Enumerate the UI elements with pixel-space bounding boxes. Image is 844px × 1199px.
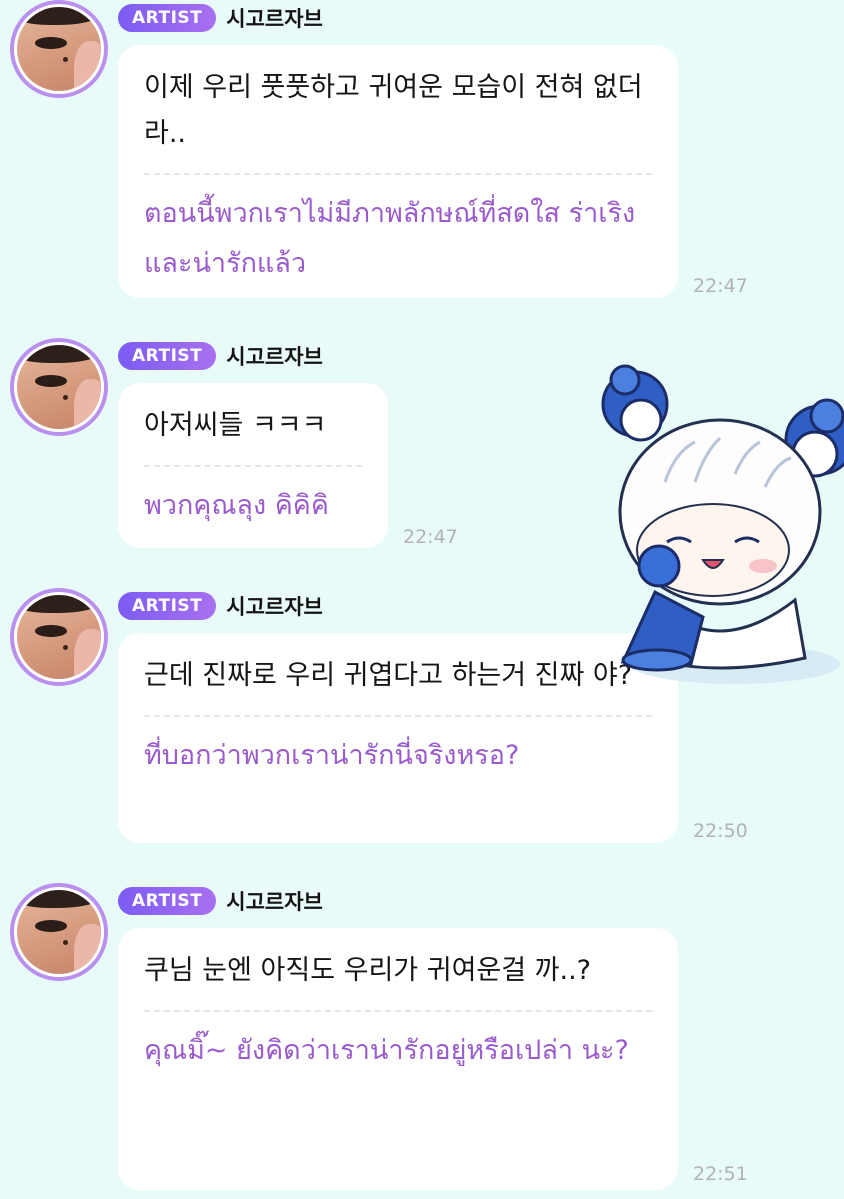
message-header: ARTIST 시고르자브 [118,3,323,33]
message-bubble[interactable]: 근데 진짜로 우리 귀엽다고 하는거 진짜 야? ที่บอกว่าพวกเรา… [118,633,678,843]
timestamp: 22:51 [693,1163,748,1185]
original-text: 근데 진짜로 우리 귀엽다고 하는거 진짜 야? [144,660,633,691]
artist-avatar[interactable] [10,338,108,436]
translation-text: พวกคุณลุง คิคิคิ [144,490,329,521]
avatar-photo [17,345,101,429]
message-header: ARTIST 시고르자브 [118,886,323,916]
translation-text: ตอนนี้พวกเราไม่มีภาพลักษณ์ที่สดใส ร่าเริ… [144,198,636,279]
original-text: 쿠님 눈엔 아직도 우리가 귀여운걸 까..? [144,955,592,986]
translation-text: คุณมิ๊~ ยังคิดว่าเราน่ารักอยู่หรือเปล่า … [144,1035,629,1066]
artist-avatar[interactable] [10,588,108,686]
sender-name[interactable]: 시고르자브 [226,341,323,371]
artist-avatar[interactable] [10,0,108,98]
message-bubble[interactable]: 이제 우리 풋풋하고 귀여운 모습이 전혀 없더라.. ตอนนี้พวกเรา… [118,45,678,298]
original-text: 이제 우리 풋풋하고 귀여운 모습이 전혀 없더라.. [144,72,643,149]
message-header: ARTIST 시고르자브 [118,341,323,371]
avatar-photo [17,7,101,91]
artist-badge: ARTIST [118,342,217,370]
sender-name[interactable]: 시고르자브 [226,886,323,916]
timestamp: 22:47 [403,526,458,548]
chibi-character-sticker-icon[interactable] [595,362,844,692]
sender-name[interactable]: 시고르자브 [226,3,323,33]
message-header: ARTIST 시고르자브 [118,591,323,621]
artist-badge: ARTIST [118,592,217,620]
artist-avatar[interactable] [10,883,108,981]
translation-text: ที่บอกว่าพวกเราน่ารักนี่จริงหรอ? [144,740,520,771]
timestamp: 22:50 [693,820,748,842]
original-text: 아저씨들 ㅋㅋㅋ [144,410,327,441]
avatar-photo [17,890,101,974]
artist-badge: ARTIST [118,887,217,915]
avatar-photo [17,595,101,679]
artist-badge: ARTIST [118,4,217,32]
sender-name[interactable]: 시고르자브 [226,591,323,621]
timestamp: 22:47 [693,275,748,297]
message-bubble[interactable]: 쿠님 눈엔 아직도 우리가 귀여운걸 까..? คุณมิ๊~ ยังคิดว่… [118,928,678,1190]
message-bubble[interactable]: 아저씨들 ㅋㅋㅋ พวกคุณลุง คิคิคิ [118,383,388,548]
